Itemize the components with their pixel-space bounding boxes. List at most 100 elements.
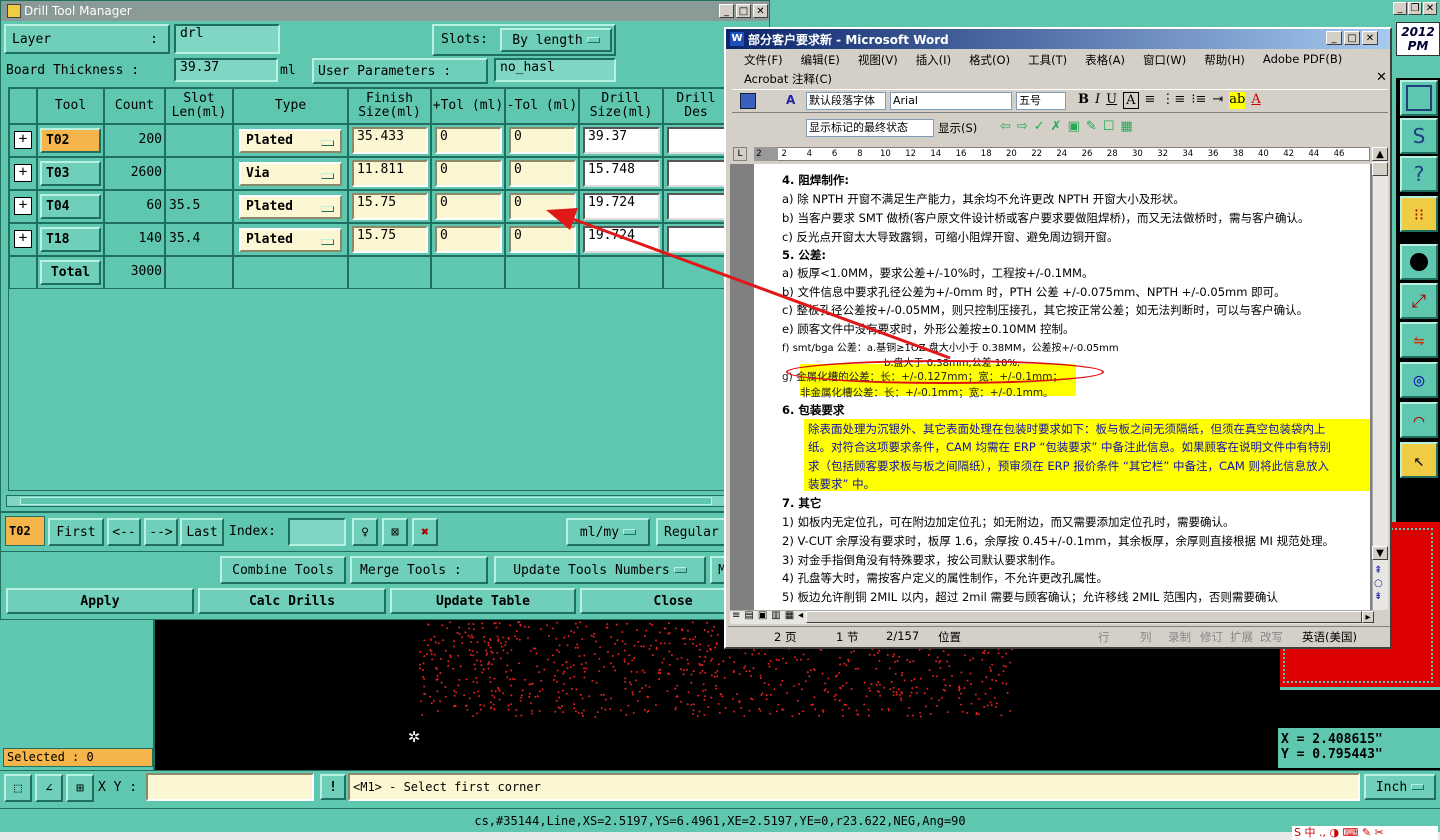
units-dropdown[interactable]: Inch	[1364, 774, 1436, 800]
indent-icon[interactable]: ⇥	[1212, 92, 1223, 109]
plus-tol-input[interactable]: 0	[435, 226, 502, 253]
zoom-fit-icon[interactable]	[1400, 80, 1438, 116]
bulb-icon[interactable]: ♀	[352, 518, 378, 546]
menu-item[interactable]: Adobe PDF(B)	[1263, 52, 1342, 68]
drill-close-button[interactable]: ✕	[753, 4, 768, 18]
menu-item[interactable]: 窗口(W)	[1143, 52, 1186, 68]
view-icons[interactable]: ≡▤▣▥▦◂	[732, 610, 807, 621]
status-trk[interactable]: 修订	[1200, 629, 1223, 645]
style-dropdown[interactable]: 默认段落字体	[806, 92, 886, 110]
minus-tol-input[interactable]: 0	[509, 226, 576, 253]
font-dropdown[interactable]: Arial	[890, 92, 1012, 110]
tool-button[interactable]: T02	[40, 128, 101, 153]
pad-icon[interactable]	[1400, 244, 1438, 280]
tool-button[interactable]: T18	[40, 227, 101, 252]
update-table-button[interactable]: Update Table	[390, 588, 576, 614]
tab-selector-icon[interactable]: L	[733, 147, 747, 161]
thickness-input[interactable]: 39.37	[174, 58, 278, 82]
last-button[interactable]: Last	[180, 518, 224, 546]
minus-tol-input[interactable]: 0	[509, 160, 576, 187]
status-ovr[interactable]: 改写	[1260, 629, 1283, 645]
layer-input[interactable]: drl	[174, 24, 280, 54]
arc-icon[interactable]: ⌒	[1400, 402, 1438, 438]
index-input[interactable]	[288, 518, 346, 546]
border-a-icon[interactable]: A	[1123, 92, 1139, 109]
font-color-icon[interactable]: A	[1251, 92, 1260, 109]
drill-desc-input[interactable]	[667, 127, 729, 154]
menu-item[interactable]: 工具(T)	[1028, 52, 1067, 68]
plus-tol-input[interactable]: 0	[435, 160, 502, 187]
markup-dropdown[interactable]: 显示标记的最终状态	[806, 119, 934, 137]
word-close-button[interactable]: ✕	[1362, 31, 1378, 45]
tool-button[interactable]: T04	[40, 194, 101, 219]
drill-desc-input[interactable]	[667, 160, 729, 187]
review-icons[interactable]: ⇦⇨✓✗▣✎☐▦	[1000, 119, 1139, 134]
finish-size-input[interactable]: 15.75	[352, 193, 428, 220]
highlight-icon[interactable]: ab	[1229, 92, 1246, 109]
finish-size-input[interactable]: 35.433	[352, 127, 428, 154]
bullets-icon[interactable]: ⁝≡	[1191, 92, 1206, 109]
line-icon[interactable]: ⤢	[1400, 283, 1438, 319]
delete-icon[interactable]: ✖	[412, 518, 438, 546]
align-icon[interactable]: ≡	[1145, 92, 1156, 109]
hscroll-thumb[interactable]	[806, 611, 1362, 623]
filter-icon[interactable]: ⊠	[382, 518, 408, 546]
status-rec[interactable]: 录制	[1168, 629, 1191, 645]
finish-size-input[interactable]: 11.811	[352, 160, 428, 187]
alert-icon[interactable]: !	[320, 774, 346, 800]
drill-desc-input[interactable]	[667, 226, 729, 253]
finish-size-input[interactable]: 15.75	[352, 226, 428, 253]
calc-drills-button[interactable]: Calc Drills	[198, 588, 386, 614]
prev-button[interactable]: <--	[107, 518, 141, 546]
help-icon[interactable]: ?	[1400, 156, 1438, 192]
measure-icon[interactable]: ∠	[35, 774, 63, 802]
scroll-up-icon[interactable]: ▲	[1372, 147, 1388, 161]
scroll-thumb[interactable]	[1372, 162, 1388, 176]
minus-tol-input[interactable]: 0	[509, 127, 576, 154]
type-dropdown[interactable]: Via	[239, 162, 342, 186]
word-minimize-button[interactable]: _	[1326, 31, 1342, 45]
apply-button[interactable]: Apply	[6, 588, 194, 614]
units-dropdown-ml[interactable]: ml/my	[566, 518, 650, 546]
restore-button[interactable]: ❐	[1408, 2, 1422, 15]
expand-icon[interactable]: +	[14, 131, 32, 149]
italic-icon[interactable]: I	[1095, 92, 1100, 109]
select-icon[interactable]: ↖	[1400, 442, 1438, 478]
word-vscrollbar[interactable]	[1372, 147, 1388, 610]
drill-size-input[interactable]: 19.724	[583, 226, 660, 253]
drill-desc-input[interactable]	[667, 193, 729, 220]
scroll-down-icon[interactable]: ▼	[1372, 546, 1388, 560]
drill-tools-icon[interactable]: ⁝⁝	[1400, 196, 1438, 232]
circles-icon[interactable]: ◎	[1400, 362, 1438, 398]
minimize-button[interactable]: _	[1393, 2, 1407, 15]
menu-item[interactable]: 表格(A)	[1085, 52, 1125, 68]
drill-maximize-button[interactable]: □	[736, 4, 751, 18]
update-tools-numbers-dropdown[interactable]: Update Tools Numbers	[494, 556, 706, 584]
bold-icon[interactable]: B	[1078, 92, 1089, 109]
show-menu[interactable]: 显示(S)	[938, 120, 977, 136]
slots-dropdown[interactable]: By length	[500, 28, 612, 52]
grid-icon[interactable]: ⊞	[66, 774, 94, 802]
save-icon[interactable]	[740, 93, 756, 109]
plus-tol-input[interactable]: 0	[435, 127, 502, 154]
expand-icon[interactable]: +	[14, 230, 32, 248]
xy-input[interactable]	[146, 773, 314, 801]
browse-icons[interactable]: ⇞ ○ ⇟	[1374, 564, 1383, 603]
size-dropdown[interactable]: 五号	[1016, 92, 1066, 110]
styles-icon[interactable]: A	[786, 93, 795, 107]
table-scrollbar-thumb[interactable]	[20, 497, 712, 505]
drill-size-input[interactable]: 15.748	[583, 160, 660, 187]
merge-tools-button[interactable]: Merge Tools :	[350, 556, 488, 584]
expand-icon[interactable]: +	[14, 197, 32, 215]
acrobat-menu[interactable]: Acrobat 注释(C)	[744, 71, 832, 87]
numbering-icon[interactable]: ⋮≡	[1161, 92, 1185, 109]
menu-item[interactable]: 帮助(H)	[1204, 52, 1245, 68]
type-dropdown[interactable]: Plated	[239, 228, 342, 252]
drill-size-input[interactable]: 19.724	[583, 193, 660, 220]
next-button[interactable]: -->	[144, 518, 178, 546]
minus-tol-input[interactable]: 0	[509, 193, 576, 220]
user-params-button[interactable]: User Parameters :	[312, 58, 488, 84]
hscroll-right-icon[interactable]: ▸	[1362, 611, 1374, 623]
menu-item[interactable]: 视图(V)	[858, 52, 898, 68]
underline-icon[interactable]: U	[1106, 92, 1117, 109]
